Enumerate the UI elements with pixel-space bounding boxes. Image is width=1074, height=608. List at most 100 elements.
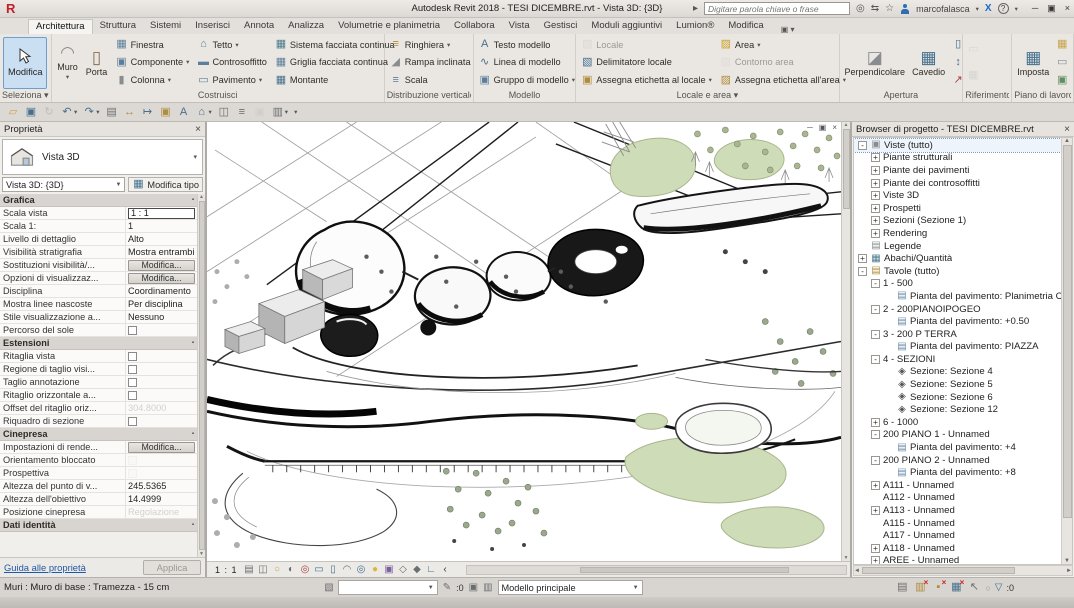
help-menu-arrow-icon[interactable]: ▾ [1015,5,1018,13]
expand-icon[interactable]: + [871,229,880,238]
scroll-up-icon[interactable]: ▲ [1064,138,1070,144]
expand-icon[interactable]: + [858,254,867,263]
tree-item-piante-strutturali[interactable]: +Piante strutturali [854,152,1061,165]
ref-point-button[interactable]: ▣ [1055,74,1069,87]
properties-close-icon[interactable]: × [195,124,201,135]
user-menu-arrow-icon[interactable]: ▾ [976,5,979,13]
sign-in-icon[interactable]: ⇆ [871,4,879,14]
view-restore-icon[interactable]: ▣ [819,123,827,132]
show-crop-region-button[interactable]: ▯ [328,565,339,575]
property-value[interactable]: 245.5365 [128,481,166,491]
text-button[interactable]: A [176,106,192,119]
canvas-vertical-scrollbar[interactable]: ▲ ▼ [841,122,850,561]
editable-elements-icon[interactable]: ✎ [443,582,451,593]
tree-item-sezione-sezione-6[interactable]: ◈Sezione: Sezione 6 [854,391,1061,404]
type-selector[interactable]: Vista 3D ▾ [2,139,203,175]
property-value[interactable]: Per disciplina [128,299,183,309]
property-value[interactable]: 1 : 1 [128,208,195,219]
rampa-inclinata-button[interactable]: ◢Rampa inclinata [387,55,474,70]
show-workplane-button[interactable]: ▦ [1055,38,1069,51]
browser-vertical-scrollbar[interactable]: ▲ ▼ [1061,138,1072,564]
scroll-thumb[interactable] [199,201,205,550]
panel-label-apertura[interactable]: Apertura [842,90,961,102]
tree-item-aree-unnamed[interactable]: +AREE - Unnamed [854,555,1061,564]
scroll-up-icon[interactable]: ▲ [844,122,849,128]
finestra-button[interactable]: ▦Finestra [113,37,193,52]
aligned-dimension-button[interactable]: ↦ [140,106,156,119]
colonna-button[interactable]: ▮Colonna▾ [113,73,193,88]
select-underlay-elements-button[interactable]: ▥× [913,582,927,593]
tab-architettura[interactable]: Architettura [28,19,93,34]
perpendicolare-button[interactable]: ◪Perpendicolare [842,35,909,90]
collapse-icon[interactable]: - [858,141,867,150]
expand-icon[interactable]: + [871,191,880,200]
tab-analizza[interactable]: Analizza [281,19,331,34]
tree-item-piante-dei-controsoffitti[interactable]: +Piante dei controsoffitti [854,177,1061,190]
section-grafica[interactable]: Grafica▪ [0,194,197,207]
assegna-etichetta-all-area-button[interactable]: ▨Assegna etichetta all'area▾ [717,73,849,88]
select-elements-by-face-button[interactable]: ▦× [949,582,963,593]
tree-item-3-200-p-terra[interactable]: -3 - 200 P TERRA [854,328,1061,341]
taglio-annotazione-checkbox[interactable] [128,378,137,387]
save-button[interactable]: ▣ [23,106,39,119]
tab-sistemi[interactable]: Sistemi [143,19,188,34]
expand-icon[interactable]: + [871,418,880,427]
tree-item-legende[interactable]: ▤Legende [854,240,1061,253]
switch-windows-button[interactable]: ▥▾ [270,106,290,119]
collapse-icon[interactable]: - [858,267,867,276]
property-value[interactable]: 1 [128,221,133,231]
reveal-hidden-elements-button[interactable]: ● [370,565,381,575]
testo-modello-button[interactable]: ATesto modello [476,37,578,52]
scroll-thumb[interactable] [580,567,789,573]
redo-button[interactable]: ↷▾ [81,106,101,119]
temporary-view-properties-button[interactable]: ▣ [384,565,395,575]
griglia-facciata-continua-button[interactable]: ▦Griglia facciata continua [272,55,398,70]
tree-item-a115-unnamed[interactable]: A115 - Unnamed [854,517,1061,530]
view-minimize-icon[interactable]: ─ [807,123,813,132]
porta-button[interactable]: ▯Porta [83,35,111,90]
show-analytical-model-button[interactable]: ◇ [398,565,409,575]
tree-item-piante-dei-pavimenti[interactable]: +Piante dei pavimenti [854,164,1061,177]
search-expand-icon[interactable]: ▸ [693,4,698,14]
tag-by-category-button[interactable]: ▣ [158,106,174,119]
property-value[interactable]: Coordinamento [128,286,191,296]
crop-view-button[interactable]: ▭ [314,565,325,575]
prospettiva-checkbox[interactable] [128,469,137,478]
rendering-dialog-button[interactable]: ◎ [300,565,311,575]
tree-item-200-piano-2-unnamed[interactable]: -200 PIANO 2 - Unnamed [854,454,1061,467]
drawing-area[interactable]: ─ ▣ × [207,122,850,577]
synchronize-button[interactable]: ↻ [41,106,57,119]
apply-button[interactable]: Applica [143,560,201,575]
help-search-input[interactable] [704,2,850,15]
tab-inserisci[interactable]: Inserisci [188,19,237,34]
tree-item-a113-unnamed[interactable]: +A113 - Unnamed [854,504,1061,517]
open-button[interactable]: ▱ [5,106,21,119]
impostazioni-di-rende-edit-button[interactable]: Modifica... [128,442,195,453]
property-value[interactable]: 14.4999 [128,494,161,504]
search-icon[interactable]: ◎ [856,4,865,14]
tab-modifica[interactable]: Modifica [721,19,770,34]
thin-lines-button[interactable]: ≡ [234,106,250,119]
edit-type-button[interactable]: ▦ Modifica tipo [128,177,203,192]
scale-button[interactable]: 1 : 1 [212,565,241,575]
panel-label-modello[interactable]: Modello [476,90,574,102]
ribbon-display-toggle[interactable]: ▣ ▾ [777,25,799,34]
select-links-button[interactable]: ▤ [895,582,909,593]
tab-annota[interactable]: Annota [237,19,281,34]
tree-item-pianta-del-pavimento-4[interactable]: ▤Pianta del pavimento: +4 [854,441,1061,454]
tree-item-2-200pianoipogeo[interactable]: -2 - 200PIANOIPOGEO [854,303,1061,316]
expand-icon[interactable]: + [871,179,880,188]
ref-grid-button[interactable]: ▦ [966,69,980,82]
browser-close-icon[interactable]: × [1064,124,1070,135]
temporary-hide-isolate-button[interactable]: ◎ [356,565,367,575]
panel-label-distribuzione-verticale[interactable]: Distribuzione verticale [387,90,471,102]
scroll-thumb[interactable] [843,129,850,209]
worksets-icon[interactable]: ▧ [324,582,333,593]
tree-item-pianta-del-pavimento-piazza[interactable]: ▤Pianta del pavimento: PIAZZA [854,341,1061,354]
expand-icon[interactable]: + [871,481,880,490]
controsoffitto-button[interactable]: ▬Controsoffitto [194,55,269,70]
tree-item-4-sezioni[interactable]: -4 - SEZIONI [854,353,1061,366]
property-value[interactable]: Mostra entrambi [128,247,194,257]
orientamento-bloccato-checkbox[interactable] [128,456,137,465]
scala-button[interactable]: ≡Scala [387,73,474,88]
